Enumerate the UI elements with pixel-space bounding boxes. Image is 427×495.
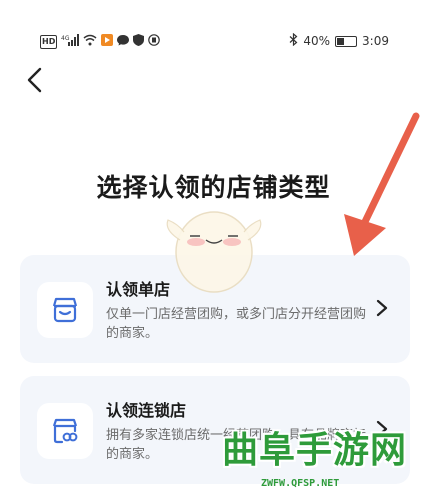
hd-icon: HD (40, 35, 58, 49)
storefront-icon (52, 297, 78, 323)
wifi-icon (83, 34, 97, 50)
card-description: 仅单一门店经营团购，或多门店分开经营团购的商家。 (106, 307, 367, 341)
status-right-icons: 40% 3:09 (289, 32, 389, 49)
chat-icon (117, 34, 130, 50)
watermark-text: 曲阜手游网 (222, 430, 408, 471)
app-icon (148, 34, 161, 50)
battery-percent: 40% (303, 34, 331, 48)
battery-icon (335, 35, 358, 47)
network-label: 4G (61, 35, 70, 42)
chevron-right-icon (376, 299, 388, 317)
status-left-icons: HD 4G (40, 34, 161, 50)
card-icon-container (37, 403, 93, 459)
page-title: 选择认领的店铺类型 (96, 173, 331, 202)
back-button[interactable] (20, 64, 52, 96)
status-bar: HD 4G 40% 3:09 (0, 0, 427, 49)
battery-fill (337, 37, 345, 45)
card-icon-container (37, 282, 93, 338)
app-notification-icon (101, 34, 114, 50)
signal-4g-icon: 4G (61, 34, 80, 50)
watermark-url: ZWFW.QFSP.NET (261, 478, 340, 489)
status-time: 3:09 (362, 34, 389, 48)
claim-single-store-card[interactable]: 认领单店 仅单一门店经营团购，或多门店分开经营团购的商家。 (20, 255, 410, 363)
card-title: 认领连锁店 (106, 401, 187, 420)
shield-icon (133, 34, 145, 50)
card-title: 认领单店 (106, 280, 171, 299)
bluetooth-icon (289, 32, 298, 49)
chevron-left-icon (27, 67, 42, 93)
chain-store-icon (52, 418, 78, 444)
